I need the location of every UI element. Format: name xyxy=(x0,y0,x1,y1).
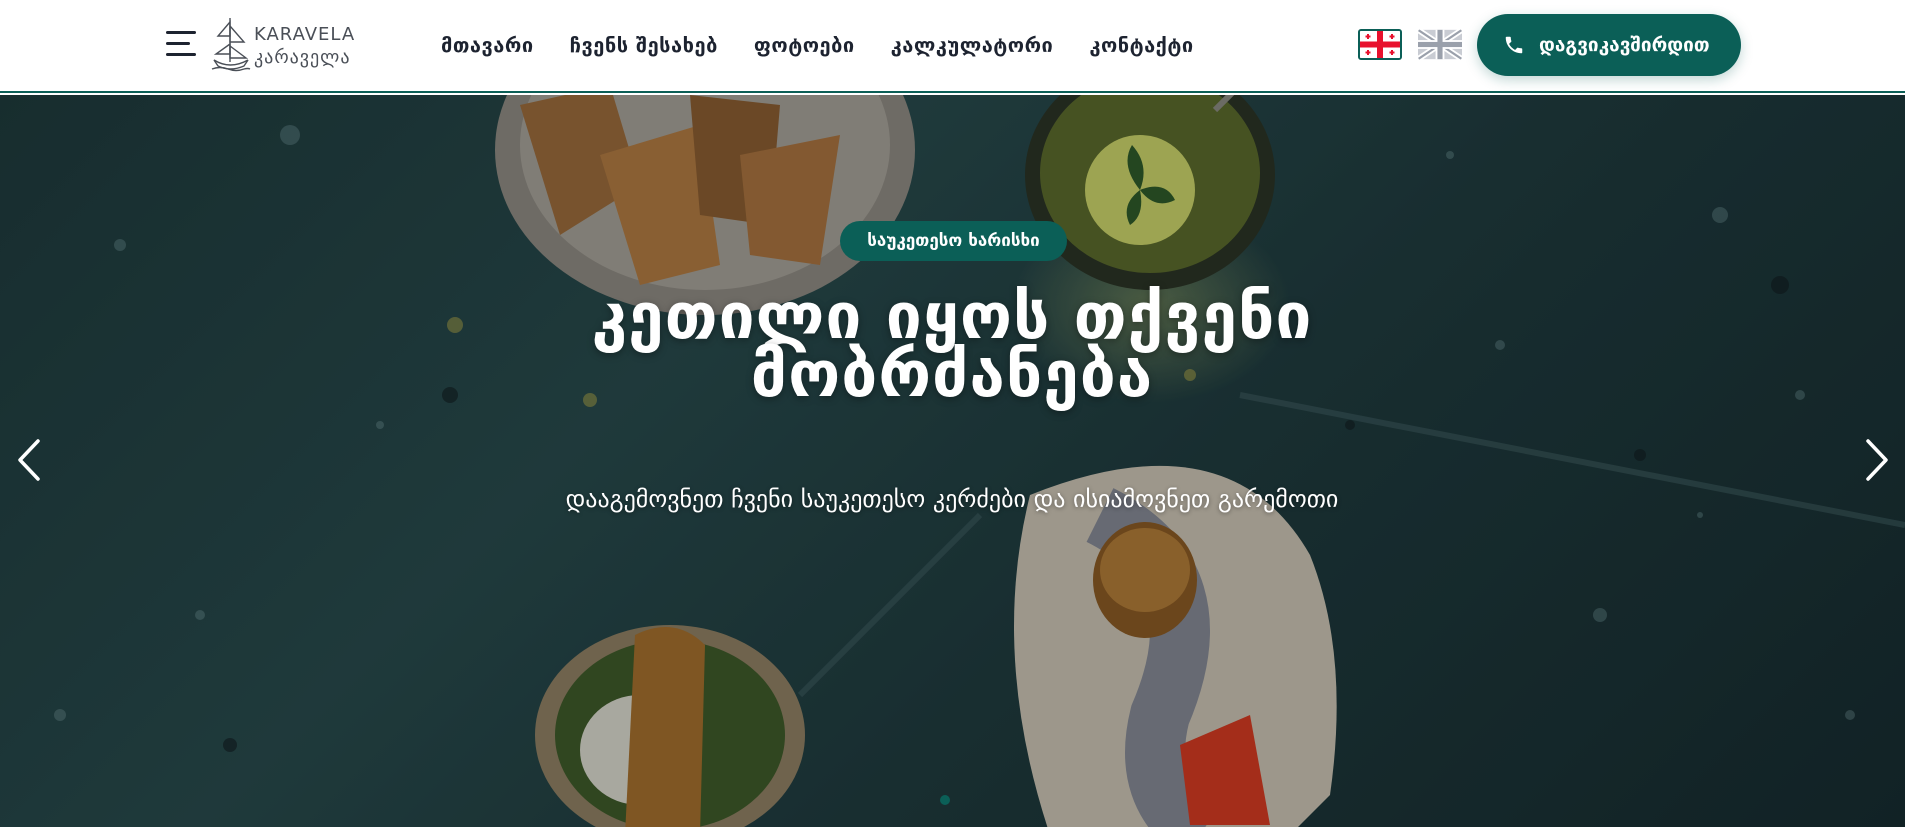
phone-icon xyxy=(1505,36,1523,54)
hero-slider: საუკეთესო ხარისხი კეთილი იყოს თქვენი მობ… xyxy=(0,95,1905,827)
nav-item-photos[interactable]: ფოტოები xyxy=(754,30,855,60)
call-us-button[interactable]: დაგვიკავშირდით xyxy=(1477,14,1741,76)
call-us-label: დაგვიკავშირდით xyxy=(1539,34,1710,56)
nav-item-home[interactable]: მთავარი xyxy=(441,30,534,60)
nav-item-calculator[interactable]: კალკულატორი xyxy=(891,30,1054,60)
hero-subtitle: დააგემოვნეთ ჩვენი საუკეთესო კერძები და ი… xyxy=(565,485,1339,513)
uk-flag-icon[interactable] xyxy=(1418,29,1462,60)
logo-text-en: KARAVELA xyxy=(254,24,356,45)
slider-dot-active[interactable] xyxy=(940,795,950,805)
hero-title-line-2: მობრძანება xyxy=(750,338,1154,412)
chevron-right-icon[interactable] xyxy=(1858,437,1894,483)
nav-item-contact[interactable]: კონტაქტი xyxy=(1089,30,1193,60)
chevron-left-icon[interactable] xyxy=(12,437,48,483)
hero-overlay xyxy=(0,95,1905,827)
logo-text-ka: კარაველა xyxy=(254,47,351,68)
nav-item-about[interactable]: ჩვენს შესახებ xyxy=(570,30,718,60)
hero-title: კეთილი იყოს თქვენი მობრძანება xyxy=(352,285,1552,412)
georgia-flag-icon[interactable] xyxy=(1358,29,1402,60)
site-header: KARAVELA კარაველა მთავარი ჩვენს შესახებ … xyxy=(0,0,1905,93)
ship-icon xyxy=(211,18,251,72)
hero-badge: საუკეთესო ხარისხი xyxy=(840,221,1067,261)
site-logo[interactable]: KARAVELA კარაველა xyxy=(210,14,360,74)
hamburger-menu-icon[interactable] xyxy=(166,31,196,57)
main-nav: მთავარი ჩვენს შესახებ ფოტოები კალკულატორ… xyxy=(441,30,1230,60)
